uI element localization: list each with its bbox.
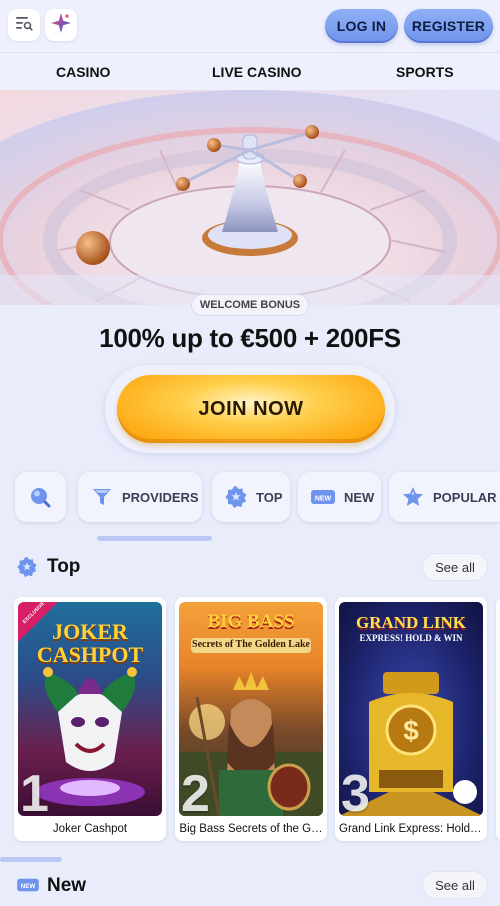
welcome-bonus-badge: WELCOME BONUS <box>191 294 309 316</box>
star-icon <box>401 485 425 509</box>
join-now-button[interactable]: JOIN NOW <box>117 375 385 443</box>
nav-casino[interactable]: CASINO <box>56 64 110 80</box>
top-bar: LOG IN REGISTER <box>0 0 500 52</box>
game-card-big-bass[interactable]: BIG BASS Secrets of The Golden Lake 2 Bi… <box>175 597 327 841</box>
category-top[interactable]: TOP <box>212 472 290 522</box>
rank-number: 3 <box>341 765 370 816</box>
game-name: Big Bass Secrets of the G… <box>179 823 323 835</box>
svg-text:NEW: NEW <box>315 496 332 503</box>
roulette-illustration <box>0 90 500 305</box>
section-title-new: New <box>47 875 87 896</box>
category-scroll-indicator[interactable] <box>97 536 212 541</box>
menu-search-icon <box>15 15 33 36</box>
see-all-top-button[interactable]: See all <box>422 553 488 581</box>
rank-number: 1 <box>20 765 49 816</box>
category-providers[interactable]: PROVIDERS <box>78 472 202 522</box>
logo[interactable] <box>45 9 77 41</box>
game-art-title: JOKER CASHPOT <box>36 619 144 668</box>
games-scroll-indicator[interactable] <box>0 857 62 862</box>
game-card-joker-cashpot[interactable]: JOKER CASHPOT EXCLUSIVE 1 Joker Cashpot <box>14 597 166 841</box>
game-art-subtitle: EXPRESS! HOLD & WIN <box>359 633 463 643</box>
category-label: POPULAR <box>433 489 497 505</box>
game-card-grand-link-express[interactable]: $ GRAND LINK EXPRESS! HOLD & WIN 3 Grand… <box>335 597 487 841</box>
svg-text:$: $ <box>403 715 419 746</box>
search-icon <box>28 485 52 509</box>
category-new[interactable]: NEW NEW <box>298 472 381 522</box>
game-name: Grand Link Express: Hold … <box>339 823 485 835</box>
star-badge-icon <box>224 485 248 509</box>
new-tag-icon: NEW <box>310 487 336 507</box>
main-nav: CASINO LIVE CASINO SPORTS <box>0 52 500 90</box>
category-label: TOP <box>256 489 283 505</box>
game-name: Joker Cashpot <box>52 823 128 835</box>
game-art-title: BIG BASS <box>207 611 295 632</box>
see-all-new-button[interactable]: See all <box>422 871 488 899</box>
nav-sports[interactable]: SPORTS <box>396 64 454 80</box>
sparkle-logo-icon <box>50 12 72 39</box>
new-section-icon: NEW <box>16 876 40 899</box>
promo-headline: 100% up to €500 + 200FS <box>99 323 401 353</box>
game-thumbnail: JOKER CASHPOT EXCLUSIVE 1 <box>18 602 162 816</box>
category-search[interactable] <box>15 472 66 522</box>
category-label: PROVIDERS <box>122 489 199 505</box>
svg-text:NEW: NEW <box>21 883 36 890</box>
game-thumbnail: BIG BASS Secrets of The Golden Lake 2 <box>179 602 323 816</box>
game-card-partial[interactable] <box>496 597 500 841</box>
category-popular[interactable]: POPULAR <box>389 472 500 522</box>
game-art-title: GRAND LINK <box>355 613 467 632</box>
funnel-icon <box>90 485 114 509</box>
rank-number: 2 <box>181 765 210 816</box>
top-section-icon <box>16 556 38 583</box>
game-thumbnail: $ GRAND LINK EXPRESS! HOLD & WIN 3 <box>339 602 483 816</box>
nav-live-casino[interactable]: LIVE CASINO <box>212 64 301 80</box>
game-art-subtitle: Secrets of The Golden Lake <box>191 638 311 653</box>
section-title-top: Top <box>47 556 81 577</box>
menu-search-button[interactable] <box>8 9 40 41</box>
register-button[interactable]: REGISTER <box>404 9 493 43</box>
hero-banner <box>0 90 500 305</box>
login-button[interactable]: LOG IN <box>325 9 398 43</box>
category-label: NEW <box>344 489 375 505</box>
